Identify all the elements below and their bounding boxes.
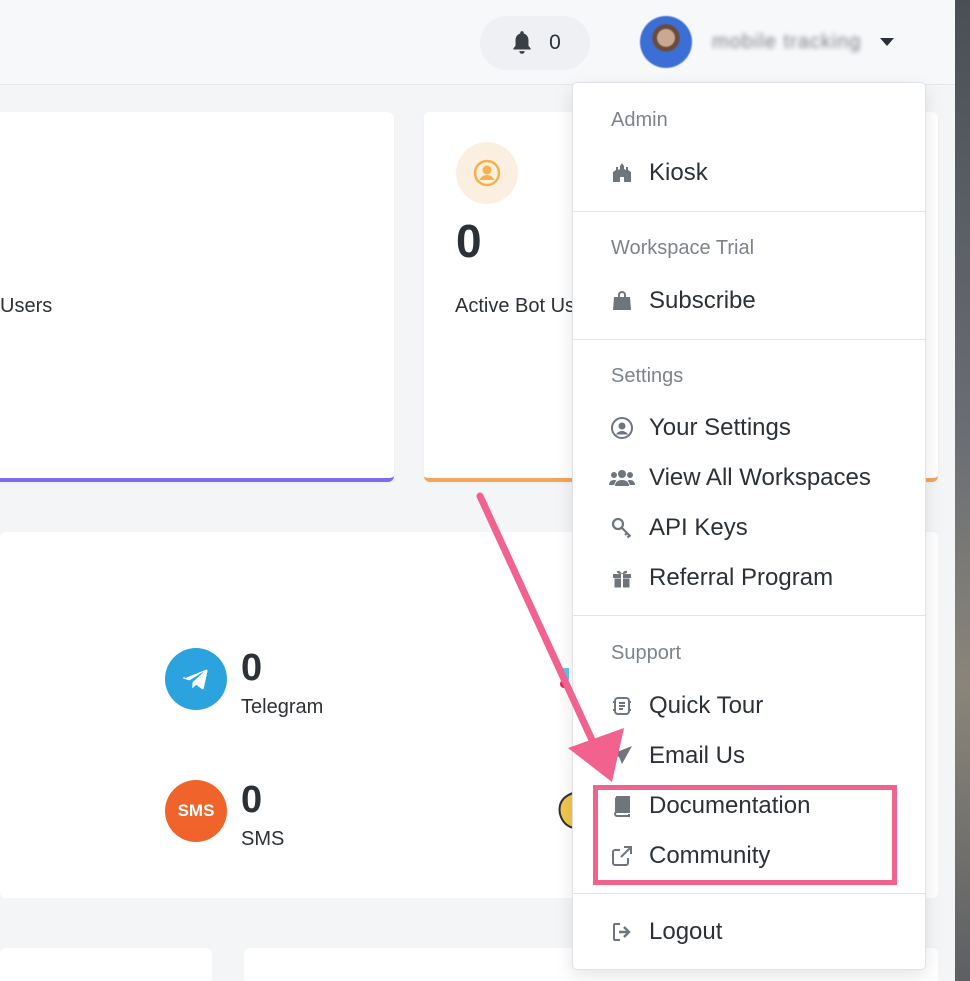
chevron-down-icon [879,38,894,46]
user-circle-icon [609,415,635,441]
menu-item-label: Quick Tour [649,692,764,719]
background-desktop-edge [955,0,970,981]
channel-telegram: 0 Telegram [165,648,323,719]
divider [573,211,925,212]
sms-count: 0 [241,779,263,821]
key-icon [609,515,635,541]
notifications-count: 0 [549,31,561,54]
telegram-label: Telegram [241,696,324,718]
kiosk-icon [609,160,635,186]
menu-item-logout[interactable]: Logout [609,915,722,949]
top-bar: 0 mobile tracking [0,0,955,85]
menu-item-subscribe[interactable]: Subscribe [609,284,756,318]
bell-icon [513,31,531,54]
shopping-bag-icon [609,288,635,314]
section-support: Support [611,642,682,664]
partial-channel-marker [563,668,569,680]
menu-item-referral-program[interactable]: Referral Program [609,561,833,595]
users-icon [609,465,635,491]
menu-item-label: Logout [649,918,723,945]
menu-item-your-settings[interactable]: Your Settings [609,411,791,445]
telegram-icon [165,648,227,710]
username: mobile tracking [712,30,862,53]
menu-item-label: Subscribe [649,287,756,314]
menu-item-label: Referral Program [649,564,834,591]
sms-icon-text: SMS [177,801,215,820]
notifications-button[interactable]: 0 [480,16,590,70]
telegram-count: 0 [241,647,263,689]
avatar [640,16,692,68]
menu-item-label: API Keys [649,514,748,541]
menu-item-view-all-workspaces[interactable]: View All Workspaces [609,461,871,495]
user-circle-icon [456,142,518,204]
paper-plane-icon [609,743,635,769]
bottom-card-left [0,948,212,981]
divider [573,615,925,616]
gift-icon [609,565,635,591]
menu-item-email-us[interactable]: Email Us [609,739,745,773]
divider [573,339,925,340]
tour-icon [609,693,635,719]
partial-channel-dot [560,680,568,688]
section-admin: Admin [611,109,668,131]
section-settings: Settings [611,365,684,387]
page: 0 mobile tracking Users 0 Active Bot Us [0,0,970,981]
channel-sms: SMS 0 SMS [165,780,284,851]
menu-item-label: Kiosk [649,159,708,186]
user-menu-toggle[interactable]: mobile tracking [640,14,930,70]
menu-item-label: Your Settings [649,414,791,441]
section-workspace-trial: Workspace Trial [611,237,755,259]
sms-icon: SMS [165,780,227,842]
menu-item-label: View All Workspaces [649,464,871,491]
menu-item-kiosk[interactable]: Kiosk [609,156,708,190]
users-card: Users [0,112,394,482]
active-bot-users-label: Active Bot Us [455,295,576,317]
menu-item-label: Email Us [649,742,746,769]
divider [573,893,925,894]
logout-icon [609,919,635,945]
sms-label: SMS [241,828,285,850]
active-bot-users-value: 0 [456,215,482,267]
users-label: Users [0,295,53,317]
highlight-box [593,785,897,885]
menu-item-quick-tour[interactable]: Quick Tour [609,689,763,723]
menu-item-api-keys[interactable]: API Keys [609,511,748,545]
